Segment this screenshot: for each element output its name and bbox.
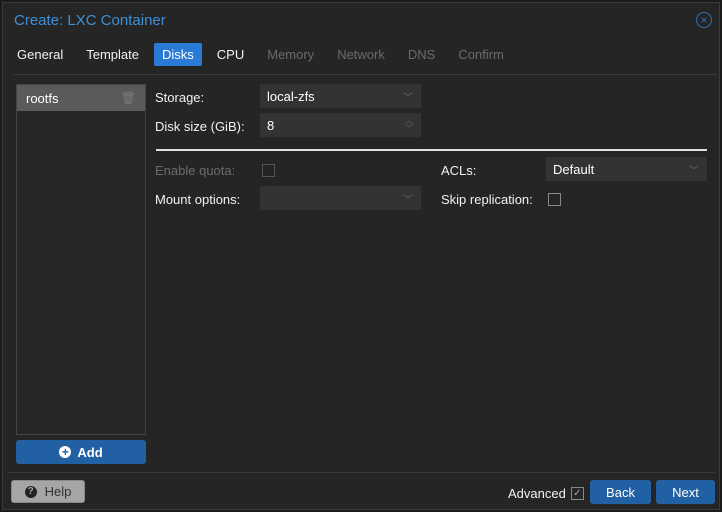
disk-item-label: rootfs [26,90,59,106]
disk-size-input[interactable]: 8 ︿ ﹀ [260,113,421,137]
mount-options-select[interactable]: ﹀ [260,186,421,210]
create-lxc-dialog: Create: LXC Container × General Template… [2,2,720,510]
trash-icon[interactable]: 🗑 [121,91,136,105]
help-button[interactable]: ? Help [11,480,85,503]
advanced-checkbox[interactable]: ✓ [570,487,584,500]
chevron-down-icon: ﹀ [403,92,413,104]
tab-confirm: Confirm [458,47,504,62]
chevron-down-icon: ﹀ [403,194,413,206]
question-circle-icon: ? [24,485,37,498]
tab-template[interactable]: Template [78,43,147,66]
tab-general[interactable]: General [9,43,71,66]
enable-quota-checkbox [262,164,275,177]
tab-memory: Memory [267,47,315,62]
dialog-title: Create: LXC Container [14,12,166,29]
mount-options-label: Mount options: [155,192,241,207]
add-label: Add [77,444,103,460]
footer-divider [7,472,715,473]
spinner-icon[interactable]: ︿ ﹀ [405,117,413,133]
plus-circle-icon: + [59,446,72,458]
disk-item-rootfs[interactable]: rootfs 🗑 [17,85,145,111]
tab-disks[interactable]: Disks [154,43,202,66]
storage-value: local-zfs [267,88,315,104]
next-button[interactable]: Next [656,480,715,504]
tab-divider [14,74,717,75]
tab-cpu[interactable]: CPU [209,43,252,66]
add-disk-button[interactable]: + Add [16,440,146,464]
close-icon[interactable]: × [696,12,712,28]
advanced-toggle[interactable]: Advanced ✓ [508,486,584,501]
acls-label: ACLs: [441,163,477,178]
back-button[interactable]: Back [590,480,651,504]
skip-replication-checkbox[interactable] [548,193,561,206]
advanced-label: Advanced [508,486,566,501]
acls-value: Default [553,161,595,177]
help-label: Help [44,484,72,499]
skip-replication-label: Skip replication: [441,192,533,207]
wizard-tabs: General Template Disks CPU Memory Networ… [9,43,519,66]
storage-select[interactable]: local-zfs ﹀ [260,84,421,108]
disk-size-value: 8 [267,117,275,133]
tab-dns: DNS [407,47,436,62]
disk-size-label: Disk size (GiB): [155,119,245,134]
enable-quota-label: Enable quota: [155,163,236,178]
acls-select[interactable]: Default ﹀ [546,157,707,181]
storage-label: Storage: [155,90,205,105]
disk-list: rootfs 🗑 [16,84,146,435]
chevron-down-icon: ﹀ [689,165,699,177]
tab-network: Network [337,47,385,62]
advanced-separator [156,149,707,151]
